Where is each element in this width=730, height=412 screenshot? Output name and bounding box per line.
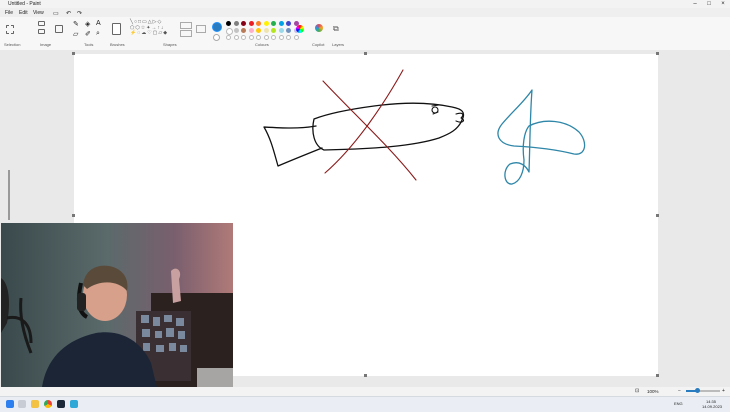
- palette-color-swatch[interactable]: [233, 21, 239, 26]
- custom-color-slot[interactable]: [248, 35, 254, 40]
- taskbar: ENG 14:35 14.09.2023: [0, 396, 730, 412]
- canvas-resize-handle[interactable]: [72, 214, 75, 217]
- custom-color-slot[interactable]: [293, 35, 299, 40]
- custom-color-slot[interactable]: [263, 35, 269, 40]
- save-icon[interactable]: ▭: [53, 10, 59, 17]
- palette-color-swatch[interactable]: [278, 21, 284, 26]
- file-explorer-icon[interactable]: [31, 400, 39, 408]
- music-note-stroke: [497, 89, 586, 185]
- group-label-colours: Colours: [255, 42, 269, 47]
- canvas-resize-handle[interactable]: [656, 214, 659, 217]
- custom-color-slot[interactable]: [233, 35, 239, 40]
- image-select-icon[interactable]: [55, 25, 63, 33]
- zoom-level: 100%: [647, 389, 659, 394]
- redo-icon[interactable]: ↷: [77, 10, 82, 17]
- custom-color-slot[interactable]: [271, 35, 276, 40]
- resize-icon[interactable]: [38, 29, 45, 34]
- canvas-resize-handle[interactable]: [656, 374, 659, 377]
- custom-color-slot[interactable]: [226, 35, 231, 40]
- palette-color-swatch[interactable]: [263, 28, 269, 33]
- ribbon-toolbar: Selection Image ✎ ◈ A ▱ ✐ ⌕ Tools Brushe…: [0, 17, 730, 51]
- canvas-resize-handle[interactable]: [364, 374, 367, 377]
- custom-color-slot[interactable]: [256, 35, 261, 40]
- canvas-resize-handle[interactable]: [364, 52, 367, 55]
- fish-body-stroke: [312, 102, 465, 151]
- undo-icon[interactable]: ↶: [66, 10, 71, 17]
- menu-file[interactable]: File: [5, 10, 13, 16]
- zoom-out-icon[interactable]: −: [678, 388, 681, 394]
- shape-fill-icon[interactable]: [180, 30, 192, 37]
- secondary-color-swatch[interactable]: [213, 34, 220, 41]
- layers-icon[interactable]: ⧉: [333, 24, 339, 34]
- palette-color-swatch[interactable]: [278, 28, 284, 33]
- canvas-resize-handle[interactable]: [656, 52, 659, 55]
- cross-out-line-1: [322, 80, 417, 181]
- paint-icon[interactable]: [70, 400, 78, 408]
- palette-color-swatch[interactable]: [286, 28, 291, 33]
- zoom-slider[interactable]: [686, 388, 720, 393]
- palette-color-swatch[interactable]: [241, 21, 246, 26]
- search-icon[interactable]: [18, 400, 26, 408]
- palette-color-swatch[interactable]: [286, 21, 291, 26]
- palette-color-swatch[interactable]: [226, 28, 233, 35]
- palette-color-swatch[interactable]: [256, 21, 261, 26]
- palette-color-swatch[interactable]: [241, 28, 246, 33]
- eraser-icon[interactable]: ▱: [73, 30, 78, 38]
- palette-color-swatch[interactable]: [263, 21, 269, 26]
- canvas-resize-handle[interactable]: [72, 52, 75, 55]
- group-label-shapes: Shapes: [163, 42, 177, 47]
- pencil-icon[interactable]: ✎: [73, 20, 79, 28]
- group-label-selection: Selection: [4, 42, 21, 47]
- language-indicator[interactable]: ENG: [674, 401, 683, 406]
- palette-color-swatch[interactable]: [248, 21, 254, 26]
- status-bar: ⊡ 100% − +: [0, 387, 730, 396]
- text-icon[interactable]: A: [96, 20, 101, 27]
- custom-color-slot[interactable]: [278, 35, 284, 40]
- group-label-tools: Tools: [84, 42, 94, 47]
- menu-view[interactable]: View: [33, 10, 44, 16]
- magnifier-icon[interactable]: ⌕: [96, 30, 100, 38]
- group-label-brushes: Brushes: [110, 42, 125, 47]
- palette-color-swatch[interactable]: [271, 21, 276, 26]
- copilot-icon[interactable]: [315, 24, 323, 32]
- stroke-size-icon[interactable]: [196, 25, 206, 33]
- start-icon[interactable]: [6, 400, 14, 408]
- menu-edit[interactable]: Edit: [19, 10, 28, 16]
- palette-color-swatch[interactable]: [248, 28, 254, 33]
- title-bar: Untitled - Paint – □ ×: [0, 0, 730, 8]
- palette-color-swatch[interactable]: [256, 28, 261, 33]
- cross-out-line-2: [324, 69, 404, 174]
- group-label-copilot: Copilot: [312, 42, 325, 47]
- webcam-overlay: [1, 223, 233, 396]
- fill-icon[interactable]: ◈: [85, 20, 90, 28]
- palette-color-swatch[interactable]: [226, 21, 231, 26]
- scrollbar[interactable]: [8, 170, 10, 220]
- custom-color-slot[interactable]: [241, 35, 246, 40]
- webcam-keyboard: [197, 368, 233, 388]
- edit-colors-icon[interactable]: [296, 25, 304, 33]
- custom-color-slot[interactable]: [286, 35, 291, 40]
- fit-icon[interactable]: ⊡: [635, 388, 639, 394]
- color-picker-icon[interactable]: ✐: [85, 30, 91, 38]
- close-button[interactable]: ×: [716, 0, 730, 8]
- zoom-in-icon[interactable]: +: [722, 388, 725, 394]
- window-title: Untitled - Paint: [8, 1, 41, 7]
- palette-color-swatch[interactable]: [271, 28, 276, 33]
- primary-color-swatch[interactable]: [212, 22, 222, 32]
- group-label-image: Image: [40, 42, 52, 47]
- brush-icon[interactable]: [112, 23, 121, 35]
- crop-icon[interactable]: [38, 21, 45, 26]
- shapes-gallery[interactable]: ╲○□▭△▷◇ ⬠⬡☆✦→↑↓ ⚡◌☁♡▢▱◆: [130, 19, 176, 38]
- selection-tool-icon[interactable]: [6, 25, 14, 34]
- group-label-layers: Layers: [332, 42, 345, 47]
- palette-color-swatch[interactable]: [233, 28, 239, 33]
- clock-date[interactable]: 14.09.2023: [702, 404, 722, 409]
- minimize-button[interactable]: –: [688, 0, 702, 8]
- shape-outline-icon[interactable]: [180, 22, 192, 29]
- menu-bar: File Edit View ▭ ↶ ↷: [0, 8, 730, 17]
- maximize-button[interactable]: □: [702, 0, 716, 8]
- steam-icon[interactable]: [57, 400, 65, 408]
- chrome-icon[interactable]: [44, 400, 52, 408]
